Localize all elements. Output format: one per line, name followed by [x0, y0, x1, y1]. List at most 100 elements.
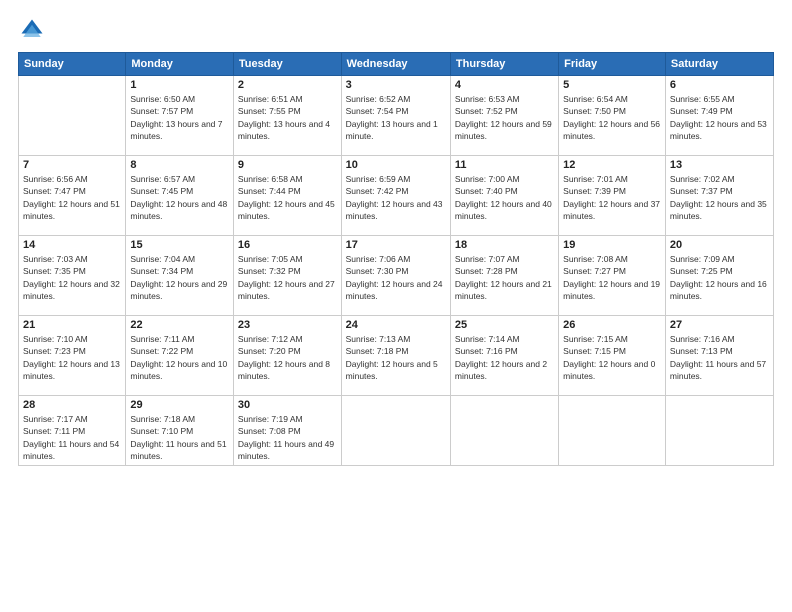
day-number: 6: [670, 79, 769, 91]
day-number: 27: [670, 319, 769, 331]
day-info: Sunrise: 7:19 AMSunset: 7:08 PMDaylight:…: [238, 413, 337, 462]
day-number: 18: [455, 239, 554, 251]
day-info: Sunrise: 7:08 AMSunset: 7:27 PMDaylight:…: [563, 253, 661, 302]
calendar-cell: [665, 396, 773, 466]
day-info: Sunrise: 7:09 AMSunset: 7:25 PMDaylight:…: [670, 253, 769, 302]
calendar-cell: 27 Sunrise: 7:16 AMSunset: 7:13 PMDayligh…: [665, 316, 773, 396]
calendar-page: SundayMondayTuesdayWednesdayThursdayFrid…: [0, 0, 792, 612]
calendar-header-monday: Monday: [126, 53, 234, 76]
day-number: 23: [238, 319, 337, 331]
day-number: 3: [346, 79, 446, 91]
day-number: 21: [23, 319, 121, 331]
calendar-header-sunday: Sunday: [19, 53, 126, 76]
day-info: Sunrise: 7:02 AMSunset: 7:37 PMDaylight:…: [670, 173, 769, 222]
day-info: Sunrise: 6:52 AMSunset: 7:54 PMDaylight:…: [346, 93, 446, 142]
calendar-cell: [341, 396, 450, 466]
calendar-cell: 5 Sunrise: 6:54 AMSunset: 7:50 PMDaylight…: [559, 76, 666, 156]
calendar-cell: 25 Sunrise: 7:14 AMSunset: 7:16 PMDayligh…: [450, 316, 558, 396]
calendar-cell: 8 Sunrise: 6:57 AMSunset: 7:45 PMDaylight…: [126, 156, 234, 236]
day-number: 16: [238, 239, 337, 251]
calendar-cell: 12 Sunrise: 7:01 AMSunset: 7:39 PMDayligh…: [559, 156, 666, 236]
day-number: 17: [346, 239, 446, 251]
calendar-cell: 29Sunrise: 7:18 AMSunset: 7:10 PMDayligh…: [126, 396, 234, 466]
calendar-cell: 17 Sunrise: 7:06 AMSunset: 7:30 PMDayligh…: [341, 236, 450, 316]
day-info: Sunrise: 7:06 AMSunset: 7:30 PMDaylight:…: [346, 253, 446, 302]
header: [18, 16, 774, 44]
calendar-cell: 14Sunrise: 7:03 AMSunset: 7:35 PMDayligh…: [19, 236, 126, 316]
calendar-table: SundayMondayTuesdayWednesdayThursdayFrid…: [18, 52, 774, 466]
day-number: 24: [346, 319, 446, 331]
calendar-cell: [19, 76, 126, 156]
calendar-cell: 21 Sunrise: 7:10 AMSunset: 7:23 PMDayligh…: [19, 316, 126, 396]
day-info: Sunrise: 6:57 AMSunset: 7:45 PMDaylight:…: [130, 173, 229, 222]
day-info: Sunrise: 7:05 AMSunset: 7:32 PMDaylight:…: [238, 253, 337, 302]
calendar-cell: 30 Sunrise: 7:19 AMSunset: 7:08 PMDayligh…: [233, 396, 341, 466]
calendar-header-saturday: Saturday: [665, 53, 773, 76]
logo: [18, 16, 50, 44]
day-info: Sunrise: 7:18 AMSunset: 7:10 PMDaylight:…: [130, 413, 229, 462]
calendar-cell: 9 Sunrise: 6:58 AMSunset: 7:44 PMDaylight…: [233, 156, 341, 236]
calendar-week-5: 28 Sunrise: 7:17 AMSunset: 7:11 PMDayligh…: [19, 396, 774, 466]
calendar-cell: 4Sunrise: 6:53 AMSunset: 7:52 PMDaylight…: [450, 76, 558, 156]
calendar-week-4: 21 Sunrise: 7:10 AMSunset: 7:23 PMDayligh…: [19, 316, 774, 396]
calendar-header-thursday: Thursday: [450, 53, 558, 76]
day-info: Sunrise: 7:13 AMSunset: 7:18 PMDaylight:…: [346, 333, 446, 382]
day-info: Sunrise: 7:14 AMSunset: 7:16 PMDaylight:…: [455, 333, 554, 382]
calendar-header-tuesday: Tuesday: [233, 53, 341, 76]
day-number: 13: [670, 159, 769, 171]
day-info: Sunrise: 6:51 AMSunset: 7:55 PMDaylight:…: [238, 93, 337, 142]
calendar-header-friday: Friday: [559, 53, 666, 76]
calendar-cell: 3 Sunrise: 6:52 AMSunset: 7:54 PMDaylight…: [341, 76, 450, 156]
day-info: Sunrise: 7:11 AMSunset: 7:22 PMDaylight:…: [130, 333, 229, 382]
calendar-cell: 19 Sunrise: 7:08 AMSunset: 7:27 PMDayligh…: [559, 236, 666, 316]
day-info: Sunrise: 6:54 AMSunset: 7:50 PMDaylight:…: [563, 93, 661, 142]
calendar-cell: 11 Sunrise: 7:00 AMSunset: 7:40 PMDayligh…: [450, 156, 558, 236]
day-number: 22: [130, 319, 229, 331]
day-number: 9: [238, 159, 337, 171]
day-info: Sunrise: 6:50 AMSunset: 7:57 PMDaylight:…: [130, 93, 229, 142]
calendar-cell: 2 Sunrise: 6:51 AMSunset: 7:55 PMDaylight…: [233, 76, 341, 156]
calendar-cell: 16 Sunrise: 7:05 AMSunset: 7:32 PMDayligh…: [233, 236, 341, 316]
day-number: 11: [455, 159, 554, 171]
calendar-cell: 18 Sunrise: 7:07 AMSunset: 7:28 PMDayligh…: [450, 236, 558, 316]
day-number: 19: [563, 239, 661, 251]
calendar-cell: 23 Sunrise: 7:12 AMSunset: 7:20 PMDayligh…: [233, 316, 341, 396]
day-info: Sunrise: 7:12 AMSunset: 7:20 PMDaylight:…: [238, 333, 337, 382]
calendar-header-wednesday: Wednesday: [341, 53, 450, 76]
calendar-cell: 28 Sunrise: 7:17 AMSunset: 7:11 PMDayligh…: [19, 396, 126, 466]
day-info: Sunrise: 7:00 AMSunset: 7:40 PMDaylight:…: [455, 173, 554, 222]
day-info: Sunrise: 7:10 AMSunset: 7:23 PMDaylight:…: [23, 333, 121, 382]
day-number: 14: [23, 239, 121, 251]
calendar-header-row: SundayMondayTuesdayWednesdayThursdayFrid…: [19, 53, 774, 76]
day-number: 12: [563, 159, 661, 171]
day-info: Sunrise: 7:17 AMSunset: 7:11 PMDaylight:…: [23, 413, 121, 462]
calendar-cell: 7 Sunrise: 6:56 AMSunset: 7:47 PMDaylight…: [19, 156, 126, 236]
day-info: Sunrise: 7:15 AMSunset: 7:15 PMDaylight:…: [563, 333, 661, 382]
logo-icon: [18, 16, 46, 44]
calendar-week-2: 7 Sunrise: 6:56 AMSunset: 7:47 PMDaylight…: [19, 156, 774, 236]
day-number: 7: [23, 159, 121, 171]
day-number: 10: [346, 159, 446, 171]
day-info: Sunrise: 7:07 AMSunset: 7:28 PMDaylight:…: [455, 253, 554, 302]
day-number: 26: [563, 319, 661, 331]
calendar-cell: 22 Sunrise: 7:11 AMSunset: 7:22 PMDayligh…: [126, 316, 234, 396]
day-info: Sunrise: 6:58 AMSunset: 7:44 PMDaylight:…: [238, 173, 337, 222]
day-number: 25: [455, 319, 554, 331]
day-number: 5: [563, 79, 661, 91]
calendar-cell: 13 Sunrise: 7:02 AMSunset: 7:37 PMDayligh…: [665, 156, 773, 236]
calendar-cell: 10Sunrise: 6:59 AMSunset: 7:42 PMDayligh…: [341, 156, 450, 236]
day-number: 30: [238, 399, 337, 411]
day-info: Sunrise: 7:01 AMSunset: 7:39 PMDaylight:…: [563, 173, 661, 222]
calendar-cell: 24 Sunrise: 7:13 AMSunset: 7:18 PMDayligh…: [341, 316, 450, 396]
day-number: 8: [130, 159, 229, 171]
calendar-cell: 20Sunrise: 7:09 AMSunset: 7:25 PMDayligh…: [665, 236, 773, 316]
day-info: Sunrise: 6:56 AMSunset: 7:47 PMDaylight:…: [23, 173, 121, 222]
calendar-cell: [450, 396, 558, 466]
day-number: 4: [455, 79, 554, 91]
day-number: 1: [130, 79, 229, 91]
day-number: 2: [238, 79, 337, 91]
day-info: Sunrise: 7:16 AMSunset: 7:13 PMDaylight:…: [670, 333, 769, 382]
day-number: 28: [23, 399, 121, 411]
calendar-cell: 26 Sunrise: 7:15 AMSunset: 7:15 PMDayligh…: [559, 316, 666, 396]
calendar-cell: 15Sunrise: 7:04 AMSunset: 7:34 PMDayligh…: [126, 236, 234, 316]
